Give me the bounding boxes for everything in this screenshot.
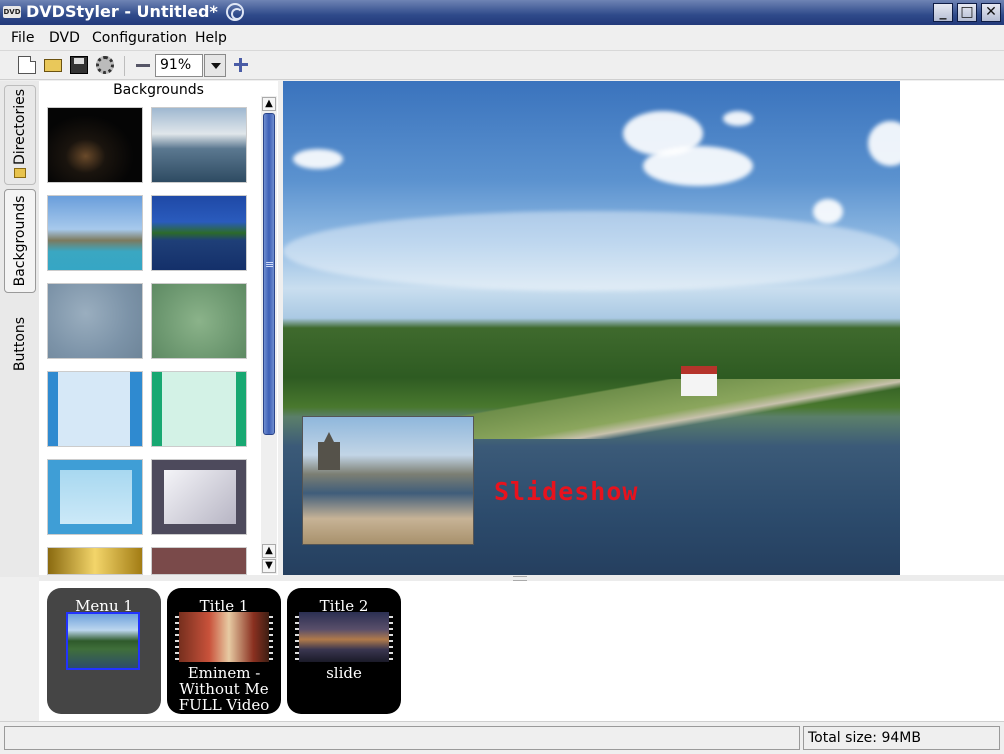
toolbar-separator — [124, 56, 125, 76]
tab-backgrounds-label: Backgrounds — [12, 195, 28, 287]
title-subtitle-line: slide — [326, 664, 362, 682]
background-thumbnail[interactable] — [47, 459, 143, 535]
cloud — [723, 111, 753, 126]
backgrounds-scrollbar[interactable]: ▲ ▲ ▼ — [261, 96, 277, 574]
zoom-input[interactable]: 91% — [155, 54, 203, 77]
slideshow-button-label[interactable]: Slideshow — [494, 477, 638, 506]
title-bar[interactable]: DVD DVDStyler - Untitled* _ □ ✕ — [0, 0, 1004, 25]
cloud — [643, 146, 753, 186]
background-thumbnail[interactable] — [47, 195, 143, 271]
maximize-icon: □ — [960, 4, 974, 20]
tab-directories-label: Directories — [12, 89, 28, 166]
background-thumbnail[interactable] — [47, 283, 143, 359]
page-up-arrow-icon[interactable]: ▲ — [262, 544, 276, 558]
house — [681, 366, 717, 396]
menu-card[interactable]: Menu 1 — [47, 588, 161, 714]
close-icon: ✕ — [985, 4, 997, 20]
title-subtitle-line: FULL Video — [178, 696, 270, 714]
menu-configuration[interactable]: Configuration — [92, 30, 187, 46]
title-card[interactable]: Title 1 Eminem - Without Me FULL Video — [167, 588, 281, 714]
scroll-up-arrow-icon[interactable]: ▲ — [262, 97, 276, 111]
cloud — [293, 149, 343, 169]
zoom-out-icon[interactable] — [136, 64, 150, 67]
new-document-icon[interactable] — [18, 56, 36, 74]
tab-directories[interactable]: Directories — [4, 85, 36, 185]
dvd-app-icon[interactable]: DVD — [3, 6, 21, 18]
background-thumbnail[interactable] — [151, 371, 247, 447]
tab-backgrounds[interactable]: Backgrounds — [4, 189, 36, 293]
toolbar: 91% — [0, 51, 1004, 80]
cloud — [813, 199, 843, 224]
title-thumbnail — [295, 612, 393, 662]
menu-editor-area: Slideshow — [283, 81, 1004, 575]
background-thumbnail[interactable] — [47, 547, 143, 575]
status-message — [4, 726, 800, 750]
menu-thumbnail — [66, 612, 140, 670]
title-subtitle-line: Eminem - — [187, 664, 261, 682]
background-thumbnail[interactable] — [151, 283, 247, 359]
menu-dvd[interactable]: DVD — [49, 30, 80, 46]
minimize-icon: _ — [939, 4, 947, 20]
status-bar: Total size: 94MB — [0, 721, 1004, 754]
title-card[interactable]: Title 2 slide — [287, 588, 401, 714]
minimize-button[interactable]: _ — [933, 3, 953, 22]
cloud — [868, 121, 900, 166]
slideshow-button-image[interactable] — [302, 416, 474, 545]
background-thumbnail[interactable] — [47, 371, 143, 447]
scrollbar-thumb[interactable] — [263, 113, 275, 435]
backgrounds-header: Backgrounds — [39, 81, 278, 101]
total-size-label: Total size: 94MB — [803, 726, 1000, 750]
save-icon[interactable] — [70, 56, 88, 74]
app-window: DVD DVDStyler - Untitled* _ □ ✕ File DVD… — [0, 0, 1004, 754]
tab-buttons[interactable]: Buttons — [4, 297, 36, 391]
open-folder-icon[interactable] — [44, 59, 62, 72]
background-thumbnail[interactable] — [47, 107, 143, 183]
backgrounds-panel: Backgrounds — [39, 81, 278, 577]
settings-icon[interactable] — [96, 56, 114, 74]
background-thumbnail[interactable] — [151, 459, 247, 535]
menu-canvas[interactable]: Slideshow — [283, 81, 900, 575]
menu-help[interactable]: Help — [195, 30, 227, 46]
menu-file[interactable]: File — [11, 30, 34, 46]
side-tab-strip: Directories Backgrounds Buttons — [0, 81, 39, 577]
background-thumbnail[interactable] — [151, 195, 247, 271]
cloud-layer — [283, 211, 900, 291]
background-thumbnail[interactable] — [151, 107, 247, 183]
maximize-button[interactable]: □ — [957, 3, 977, 22]
zoom-dropdown-button[interactable] — [204, 54, 226, 77]
title-thumbnail — [175, 612, 273, 662]
tab-buttons-label: Buttons — [12, 316, 28, 372]
spiral-icon — [226, 3, 244, 21]
close-button[interactable]: ✕ — [981, 3, 1001, 22]
menu-bar: File DVD Configuration Help — [0, 25, 1004, 51]
background-thumbnail[interactable] — [151, 547, 247, 575]
folder-icon — [14, 168, 26, 178]
window-title: DVDStyler - Untitled* — [26, 2, 218, 21]
titleset-manager: Menu 1 Title 1 Eminem - Without Me FULL … — [39, 581, 1004, 721]
zoom-in-icon[interactable] — [234, 58, 248, 72]
church-spire — [318, 432, 340, 470]
title-subtitle-line: Without Me — [179, 680, 269, 698]
scroll-down-arrow-icon[interactable]: ▼ — [262, 559, 276, 573]
